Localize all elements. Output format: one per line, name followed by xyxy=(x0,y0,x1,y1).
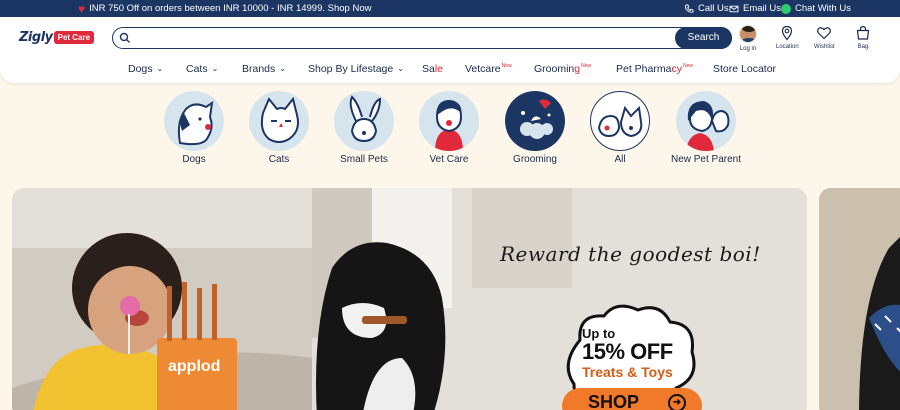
category-cats[interactable]: Cats xyxy=(239,91,319,165)
dog-illustration-icon xyxy=(164,91,224,151)
category-all[interactable]: All xyxy=(580,91,660,165)
pet-parent-illustration-icon xyxy=(676,91,736,151)
shopping-bag-icon xyxy=(856,25,870,40)
nav-grooming-label-a: Groomin xyxy=(534,63,575,75)
avatar xyxy=(739,25,757,43)
heart-icon: ♥ xyxy=(78,1,86,16)
chevron-down-icon: ⌄ xyxy=(397,64,404,73)
category-label: Dogs xyxy=(182,154,206,165)
category-label: Vet Care xyxy=(429,154,469,165)
all-pets-illustration-icon xyxy=(590,91,650,151)
category-label: Cats xyxy=(268,154,290,165)
nav-pet-pharmacy[interactable]: Pet Pharma cy New xyxy=(616,63,693,75)
nav-sale[interactable]: Sa le xyxy=(422,63,443,75)
nav-vetcare[interactable]: Vetcare New xyxy=(465,63,512,75)
next-banner-photo xyxy=(819,188,900,410)
location-pin-icon xyxy=(782,25,793,41)
new-badge: New xyxy=(581,63,592,69)
nav-brands[interactable]: Brands ⌄ xyxy=(242,63,286,75)
nav-lifestage-label: Shop By Lifestage xyxy=(308,63,394,75)
chat-with-us-link[interactable]: Chat With Us xyxy=(781,3,851,14)
cat-illustration-icon xyxy=(249,91,309,151)
top-announcement-bar: ♥ INR 750 Off on orders between INR 1000… xyxy=(0,0,900,17)
nav-dogs[interactable]: Dogs ⌄ xyxy=(128,63,163,75)
search-icon xyxy=(119,32,130,43)
shop-now-button[interactable]: SHOP ➜ xyxy=(562,388,702,410)
category-dogs[interactable]: Dogs xyxy=(154,91,234,165)
zigly-logo[interactable]: Zigly Pet Care xyxy=(19,30,95,45)
banner-headline: Reward the goodest boi! xyxy=(500,242,761,266)
shop-button-label: SHOP xyxy=(588,392,640,410)
nav-cats-label: Cats xyxy=(186,63,208,75)
logo-wordmark: Zigly xyxy=(19,30,53,45)
chevron-down-icon: ⌄ xyxy=(211,64,219,73)
main-header: Zigly Pet Care Search Log in Location Wi… xyxy=(0,17,900,83)
grooming-illustration-icon xyxy=(505,91,565,151)
category-new-pet-parent[interactable]: New Pet Parent xyxy=(666,91,746,165)
new-badge: New xyxy=(682,63,693,69)
category-grooming[interactable]: Grooming xyxy=(495,91,575,165)
chevron-down-icon: ⌄ xyxy=(156,64,164,73)
whatsapp-icon xyxy=(781,3,791,14)
category-label: Small Pets xyxy=(340,154,388,165)
category-label: New Pet Parent xyxy=(670,154,742,165)
search-input[interactable] xyxy=(135,28,665,48)
category-label: All xyxy=(614,154,626,165)
product-pack-label: applod xyxy=(168,358,221,375)
email-us-link[interactable]: Email Us xyxy=(729,3,781,14)
heart-outline-icon xyxy=(817,27,832,40)
nav-dogs-label: Dogs xyxy=(128,63,153,75)
wishlist-button[interactable]: Wishlist xyxy=(814,25,835,50)
location-button[interactable]: Location xyxy=(776,25,799,50)
hero-banner[interactable]: applod Reward the goodest boi! Up to 15%… xyxy=(12,188,807,410)
category-small-pets[interactable]: Small Pets xyxy=(324,91,404,165)
chevron-down-icon: ⌄ xyxy=(279,64,286,73)
nav-grooming-label-b: g xyxy=(574,63,581,75)
category-vet-care[interactable]: Vet Care xyxy=(409,91,489,165)
new-badge: New xyxy=(501,63,512,69)
nav-grooming[interactable]: Groomin g New xyxy=(534,63,591,75)
category-label: Grooming xyxy=(513,154,557,165)
arrow-right-icon: ➜ xyxy=(668,394,686,410)
search-button[interactable]: Search xyxy=(675,27,732,49)
offer-line-2: 15% OFF xyxy=(582,339,673,364)
promo-text: INR 750 Off on orders between INR 10000 … xyxy=(89,3,372,14)
location-label: Location xyxy=(776,44,799,50)
nav-sale-label-a: Sa xyxy=(422,63,435,75)
search-bar[interactable]: Search xyxy=(112,27,732,49)
login-button[interactable]: Log in xyxy=(739,25,757,52)
main-nav: Dogs ⌄ Cats ⌄ Brands ⌄ Shop By Lifestage ⌄ S… xyxy=(0,63,900,77)
email-us-label: Email Us xyxy=(743,3,782,14)
logo-tag: Pet Care xyxy=(53,31,95,44)
bag-label: Bag xyxy=(857,44,869,50)
wishlist-label: Wishlist xyxy=(814,44,835,50)
next-banner-peek[interactable] xyxy=(819,188,900,410)
bag-button[interactable]: Bag xyxy=(855,25,871,50)
offer-block: Up to 15% OFF Treats & Toys xyxy=(582,326,673,381)
call-us-link[interactable]: Call Us xyxy=(684,3,729,14)
login-label: Log in xyxy=(739,46,757,52)
rabbit-illustration-icon xyxy=(334,91,394,151)
nav-brands-label: Brands xyxy=(242,63,276,75)
offer-line-3: Treats & Toys xyxy=(582,364,673,380)
call-us-label: Call Us xyxy=(698,3,729,14)
nav-sale-label-b: le xyxy=(434,63,444,75)
mail-icon xyxy=(729,5,739,12)
phone-icon xyxy=(685,4,694,13)
nav-pharmacy-label-b: cy xyxy=(671,63,682,75)
promo-link[interactable]: ♥ INR 750 Off on orders between INR 1000… xyxy=(78,1,372,16)
nav-pharmacy-label-a: Pet Pharma xyxy=(616,63,672,75)
nav-vetcare-label: Vetcare xyxy=(465,63,501,75)
chat-with-us-label: Chat With Us xyxy=(795,3,851,14)
nav-cats[interactable]: Cats ⌄ xyxy=(186,63,218,75)
vet-illustration-icon xyxy=(419,91,479,151)
nav-shop-by-lifestage[interactable]: Shop By Lifestage ⌄ xyxy=(308,63,404,75)
nav-store-locator-label: Store Locator xyxy=(713,63,777,75)
nav-store-locator[interactable]: Store Locator xyxy=(713,63,776,75)
